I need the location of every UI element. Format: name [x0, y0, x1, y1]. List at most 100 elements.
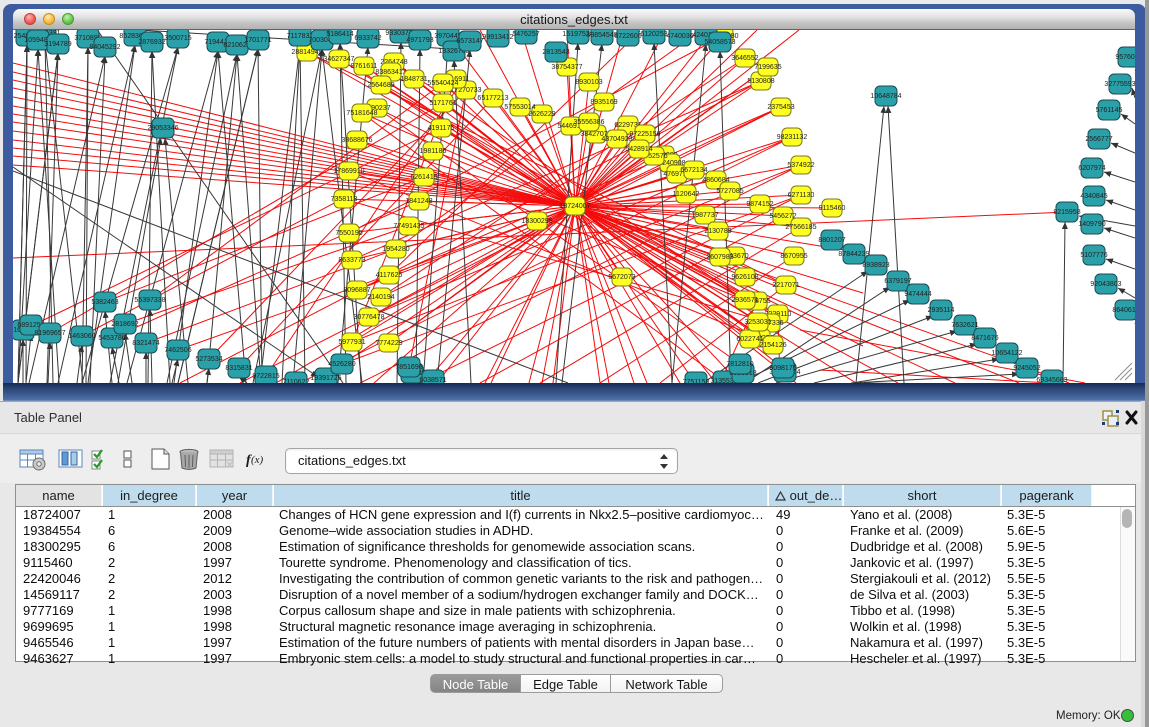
svg-text:(x): (x)	[251, 454, 264, 466]
svg-text:84045292: 84045292	[89, 44, 120, 51]
svg-text:7851696: 7851696	[395, 364, 422, 371]
svg-text:1841248: 1841248	[405, 198, 432, 205]
svg-text:9874152: 9874152	[746, 201, 773, 208]
svg-text:1409790: 1409790	[1078, 221, 1105, 228]
svg-text:5977931: 5977931	[338, 339, 365, 346]
svg-text:5107776: 5107776	[1080, 252, 1107, 259]
svg-text:2217071: 2217071	[772, 282, 799, 289]
svg-text:4117625: 4117625	[376, 272, 403, 279]
svg-text:32775593: 32775593	[1104, 81, 1135, 88]
svg-text:4740036: 4740036	[666, 33, 693, 40]
svg-text:29053346: 29053346	[147, 125, 178, 132]
svg-text:5130808: 5130808	[747, 78, 774, 85]
svg-text:30776478: 30776478	[353, 314, 384, 321]
svg-text:10648784: 10648784	[870, 93, 901, 100]
svg-text:3253031: 3253031	[744, 319, 771, 326]
svg-text:98231132: 98231132	[777, 134, 808, 141]
svg-text:77491435: 77491435	[393, 223, 424, 230]
svg-text:6933742: 6933742	[354, 35, 381, 42]
svg-text:10654122: 10654122	[991, 350, 1022, 357]
svg-text:1954280: 1954280	[382, 246, 409, 253]
svg-text:39854548: 39854548	[586, 32, 617, 39]
svg-text:8801207: 8801207	[818, 237, 845, 244]
svg-text:5727085: 5727085	[716, 188, 743, 195]
svg-text:43704923: 43704923	[601, 136, 632, 143]
svg-text:65177213: 65177213	[477, 95, 508, 102]
svg-text:9245052: 9245052	[1013, 365, 1040, 372]
svg-text:6120253: 6120253	[640, 31, 667, 38]
svg-text:6038571: 6038571	[419, 377, 446, 383]
svg-text:2566777: 2566777	[1085, 136, 1112, 143]
svg-text:6261415: 6261415	[410, 174, 437, 181]
svg-text:18724007: 18724007	[559, 203, 590, 210]
svg-text:6271130: 6271130	[788, 192, 815, 199]
svg-text:1848731: 1848731	[400, 76, 427, 83]
svg-text:8670955: 8670955	[780, 253, 807, 260]
svg-text:2130789: 2130789	[704, 228, 731, 235]
svg-text:8930103: 8930103	[575, 79, 602, 86]
svg-text:4191175: 4191175	[428, 125, 455, 132]
svg-text:5273534: 5273534	[195, 356, 222, 363]
svg-text:9576076: 9576076	[1115, 54, 1135, 61]
svg-text:6022741: 6022741	[736, 336, 763, 343]
svg-text:9115460: 9115460	[819, 205, 846, 212]
svg-text:35556386: 35556386	[573, 119, 604, 126]
svg-text:2818692: 2818692	[111, 321, 138, 328]
svg-text:19391725: 19391725	[310, 375, 341, 382]
svg-text:8935169: 8935169	[590, 99, 617, 106]
svg-text:7632621: 7632621	[951, 322, 978, 329]
svg-text:2935114: 2935114	[928, 307, 955, 314]
svg-text:2140194: 2140194	[367, 294, 394, 301]
svg-text:17869910: 17869910	[333, 168, 364, 175]
svg-text:57553014: 57553014	[504, 104, 535, 111]
svg-text:83863413: 83863413	[375, 69, 406, 76]
svg-text:5171761: 5171761	[429, 100, 456, 107]
svg-text:5382463: 5382463	[91, 299, 118, 306]
svg-text:5761145: 5761145	[1096, 107, 1123, 114]
svg-text:9722815: 9722815	[252, 373, 279, 380]
svg-text:2626229: 2626229	[528, 111, 555, 118]
svg-text:99913412: 99913412	[482, 34, 513, 41]
svg-text:3500715: 3500715	[164, 35, 191, 42]
svg-text:6207974: 6207974	[1078, 165, 1105, 172]
svg-text:7462506: 7462506	[164, 347, 191, 354]
svg-text:2876932: 2876932	[138, 39, 165, 46]
svg-text:69345683: 69345683	[1036, 377, 1067, 383]
svg-text:8722606: 8722606	[614, 33, 641, 40]
svg-text:1120642: 1120642	[673, 191, 700, 198]
svg-text:81969657: 81969657	[34, 330, 65, 337]
svg-text:8938923: 8938923	[862, 262, 889, 269]
svg-text:5476257: 5476257	[512, 31, 539, 38]
svg-text:6573147: 6573147	[456, 38, 483, 45]
svg-text:7550190: 7550190	[335, 230, 362, 237]
svg-text:38688676: 38688676	[341, 137, 372, 144]
svg-text:8471676: 8471676	[971, 335, 998, 342]
svg-text:97225156: 97225156	[629, 131, 660, 138]
svg-text:5186414: 5186414	[326, 31, 353, 38]
svg-text:2936571: 2936571	[731, 297, 758, 304]
svg-text:1463060: 1463060	[68, 333, 95, 340]
svg-text:8315831: 8315831	[225, 365, 252, 372]
svg-text:7358113: 7358113	[331, 196, 358, 203]
svg-text:5374922: 5374922	[787, 162, 814, 169]
svg-text:4526280: 4526280	[328, 361, 355, 368]
svg-text:8321474: 8321474	[132, 340, 159, 347]
svg-text:56397338: 56397338	[134, 297, 165, 304]
svg-text:75181648: 75181648	[346, 110, 377, 117]
svg-text:3607983: 3607983	[706, 254, 733, 261]
svg-text:8096887: 8096887	[343, 287, 370, 294]
svg-text:3194789: 3194789	[44, 41, 71, 48]
svg-text:8633773: 8633773	[338, 257, 365, 264]
svg-text:5453786: 5453786	[98, 335, 125, 342]
svg-text:1981186: 1981186	[420, 148, 447, 155]
svg-text:9474444: 9474444	[904, 291, 931, 298]
svg-text:38754377: 38754377	[551, 64, 582, 71]
svg-text:7774229: 7774229	[375, 340, 402, 347]
svg-text:87844239: 87844239	[838, 251, 869, 258]
svg-text:8215958: 8215958	[1053, 209, 1080, 216]
svg-text:3646552: 3646552	[731, 55, 758, 62]
svg-text:18300295: 18300295	[521, 218, 552, 225]
svg-text:7199635: 7199635	[754, 64, 781, 71]
svg-text:2564689: 2564689	[367, 82, 394, 89]
svg-text:6098175: 6098175	[769, 365, 796, 372]
